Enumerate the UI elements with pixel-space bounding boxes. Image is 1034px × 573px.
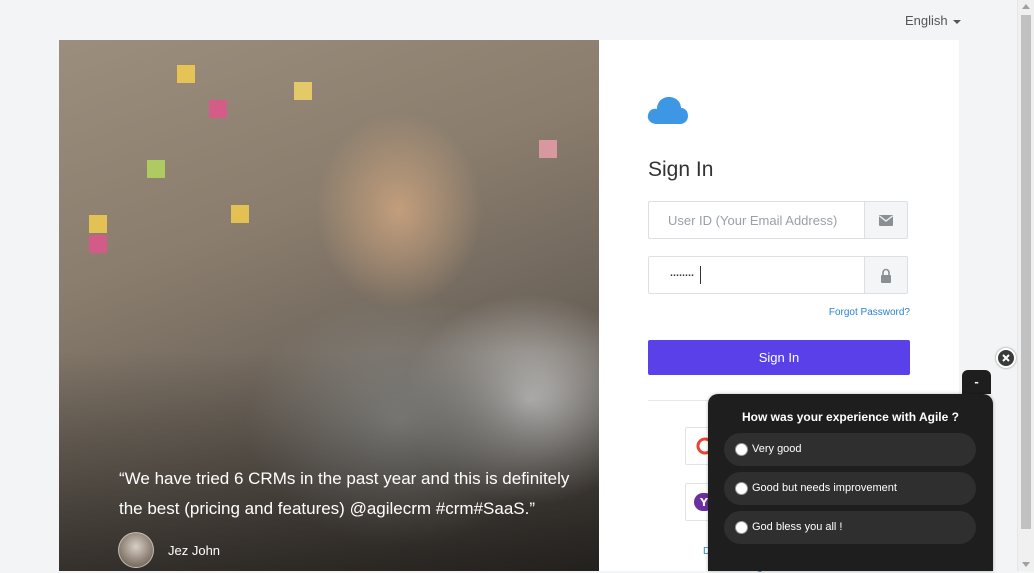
sticky-note [294, 82, 312, 100]
scroll-down-icon[interactable] [1022, 562, 1030, 567]
sticky-note [231, 205, 249, 223]
language-label: English [905, 13, 948, 28]
survey-option-label: Good but needs improvement [752, 482, 897, 494]
survey-option[interactable]: Very good [724, 433, 976, 466]
vertical-scrollbar[interactable] [1017, 0, 1034, 571]
language-selector[interactable]: English [905, 13, 961, 28]
feedback-survey: How was your experience with Agile ? Ver… [708, 394, 993, 571]
minimize-survey-button[interactable]: - [962, 370, 991, 394]
forgot-password-link[interactable]: Forgot Password? [829, 307, 910, 318]
scroll-up-icon[interactable] [1022, 4, 1030, 9]
caret-down-icon [952, 19, 961, 24]
lock-icon [864, 257, 907, 293]
email-placeholder: User ID (Your Email Address) [668, 213, 838, 228]
sticky-note [177, 65, 195, 83]
testimonial-quote: “We have tried 6 CRMs in the past year a… [119, 469, 570, 518]
close-survey-button[interactable] [996, 348, 1016, 368]
password-field[interactable]: ········ [648, 256, 908, 294]
sticky-note [89, 235, 107, 253]
hero-image: “We have tried 6 CRMs in the past year a… [59, 40, 599, 571]
survey-option[interactable]: God bless you all ! [724, 511, 976, 544]
page-title: Sign In [648, 158, 714, 181]
scrollbar-thumb[interactable] [1021, 15, 1031, 529]
radio-button[interactable] [735, 482, 748, 495]
envelope-icon [864, 202, 907, 238]
survey-option-label: Very good [752, 443, 802, 455]
survey-option-label: God bless you all ! [752, 521, 843, 533]
close-icon [1002, 354, 1010, 362]
cloud-icon [647, 95, 689, 130]
sign-in-button[interactable]: Sign In [648, 340, 910, 375]
sticky-note [147, 160, 165, 178]
radio-button[interactable] [735, 521, 748, 534]
testimonial-author: Jez John [168, 543, 221, 558]
text-cursor [700, 266, 701, 284]
avatar [118, 532, 154, 568]
sticky-note [89, 215, 107, 233]
survey-option[interactable]: Good but needs improvement [724, 472, 976, 505]
password-value: ········ [669, 266, 695, 283]
email-field[interactable]: User ID (Your Email Address) [648, 201, 908, 239]
survey-question: How was your experience with Agile ? [742, 410, 959, 424]
sticky-note [209, 100, 227, 118]
sticky-note [539, 140, 557, 158]
radio-button[interactable] [735, 443, 748, 456]
